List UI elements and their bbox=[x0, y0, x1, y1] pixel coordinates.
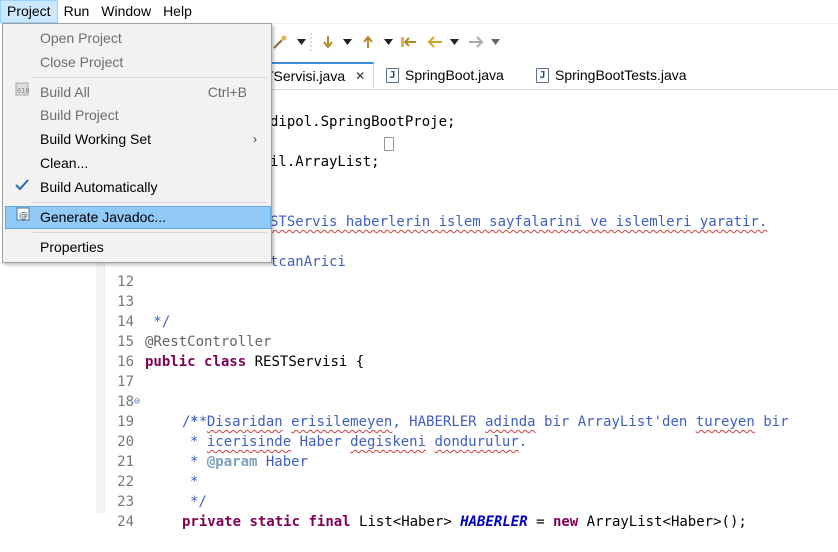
menu-bar: Project Run Window Help bbox=[0, 0, 838, 24]
back-arrow-icon[interactable] bbox=[426, 32, 444, 52]
chevron-down-icon[interactable] bbox=[491, 32, 500, 52]
menu-item-open-project[interactable]: Open Project bbox=[5, 27, 269, 50]
wand-icon[interactable] bbox=[272, 32, 288, 52]
forward-arrow-icon[interactable] bbox=[467, 32, 485, 52]
checkmark-icon bbox=[13, 176, 31, 199]
tab-label: TServisi.java bbox=[265, 68, 346, 84]
menu-help[interactable]: Help bbox=[157, 0, 198, 23]
menu-item-close-project[interactable]: Close Project bbox=[5, 51, 269, 74]
close-icon[interactable]: ✕ bbox=[355, 63, 365, 89]
build-all-icon: 010 bbox=[13, 81, 31, 104]
project-menu: Open Project Close Project 010 Build All… bbox=[2, 23, 272, 263]
menu-item-properties[interactable]: Properties bbox=[5, 236, 269, 259]
code-line: 18 * Disaridan erisilemeyen, HABERLER ad… bbox=[96, 372, 838, 430]
javadoc-icon: @ bbox=[14, 207, 32, 228]
tab-springboottests[interactable]: J SpringBootTests.java bbox=[528, 62, 695, 88]
java-file-icon: J bbox=[536, 67, 549, 83]
menu-project[interactable]: Project bbox=[0, 0, 58, 23]
menu-separator bbox=[33, 232, 267, 233]
code-line: 22 */ bbox=[96, 452, 838, 510]
code-line: 23 private static final List<Haber> HABE… bbox=[96, 472, 838, 530]
tab-label: SpringBoot.java bbox=[405, 67, 504, 83]
menu-item-build-automatically[interactable]: Build Automatically bbox=[5, 176, 269, 199]
menu-item-build-all[interactable]: 010 Build All Ctrl+B bbox=[5, 81, 269, 104]
tab-label: SpringBootTests.java bbox=[555, 67, 687, 83]
chevron-down-icon[interactable] bbox=[384, 32, 393, 52]
next-annotation-icon[interactable] bbox=[320, 32, 336, 52]
last-edit-icon[interactable] bbox=[400, 32, 418, 52]
menu-run[interactable]: Run bbox=[58, 0, 96, 23]
menu-item-build-project[interactable]: Build Project bbox=[5, 104, 269, 127]
tab-springboot[interactable]: J SpringBoot.java bbox=[378, 62, 512, 88]
code-line: 21 * bbox=[96, 432, 838, 490]
tab-restservisi[interactable]: TServisi.java ✕ bbox=[256, 62, 375, 89]
svg-text:010: 010 bbox=[17, 87, 29, 95]
code-line: 17 ⊖ /** bbox=[96, 352, 838, 430]
prev-annotation-icon[interactable] bbox=[360, 32, 376, 52]
code-line: 24 bbox=[96, 492, 838, 530]
code-line: 20 * @param Haber bbox=[96, 412, 838, 470]
code-line: 16 bbox=[96, 332, 838, 370]
separator-icon bbox=[310, 32, 312, 52]
code-line: 14 @RestController bbox=[96, 292, 838, 350]
menu-separator bbox=[33, 202, 267, 203]
code-line: 19 * icerisinde Haber degiskeni dondurul… bbox=[96, 392, 838, 450]
menu-window[interactable]: Window bbox=[95, 0, 157, 23]
code-line: 15 public class RESTServisi { bbox=[96, 312, 838, 370]
java-file-icon: J bbox=[386, 67, 399, 83]
menu-item-generate-javadoc[interactable]: @ Generate Javadoc... bbox=[5, 206, 271, 229]
chevron-down-icon[interactable] bbox=[450, 32, 459, 52]
svg-text:@: @ bbox=[19, 211, 28, 221]
menu-item-clean[interactable]: Clean... bbox=[5, 152, 269, 175]
line-number: 24 bbox=[117, 514, 134, 530]
caret-box bbox=[384, 137, 394, 151]
menu-separator bbox=[33, 77, 267, 78]
chevron-down-icon[interactable] bbox=[297, 32, 306, 52]
code-line: 13 */ bbox=[96, 272, 838, 330]
submenu-arrow-icon: › bbox=[253, 132, 257, 146]
chevron-down-icon[interactable] bbox=[343, 32, 352, 52]
menu-item-build-working-set[interactable]: Build Working Set › bbox=[5, 128, 269, 151]
